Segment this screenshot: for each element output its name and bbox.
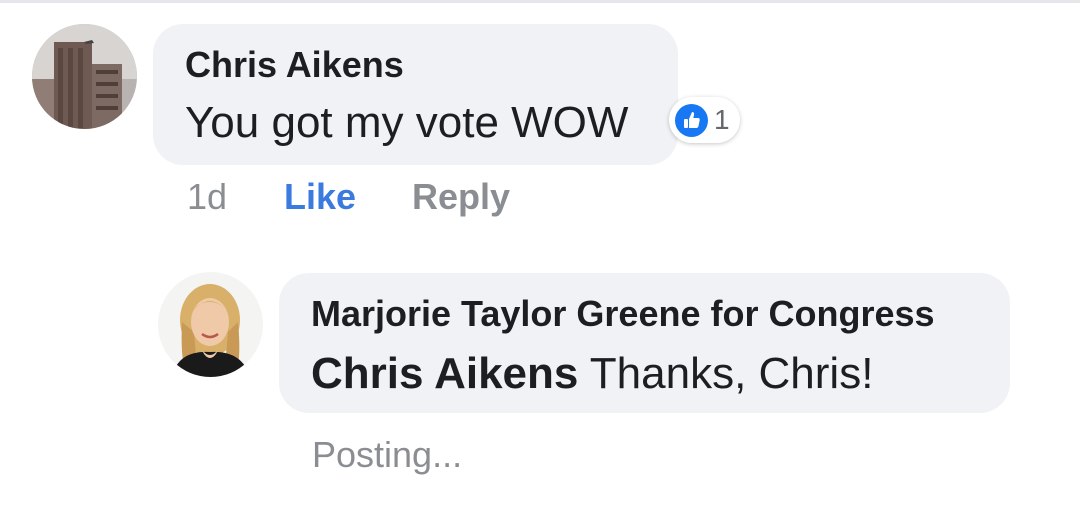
comment-bubble: Chris Aikens You got my vote WOW — [153, 24, 678, 165]
avatar-photo — [158, 272, 263, 377]
mention-tag[interactable]: Chris Aikens — [311, 349, 578, 398]
comment-timestamp[interactable]: 1d — [187, 176, 227, 218]
comment-author[interactable]: Chris Aikens — [185, 44, 404, 86]
reaction-summary[interactable]: 1 — [669, 97, 740, 143]
like-button[interactable]: Like — [284, 176, 356, 218]
reaction-count: 1 — [714, 104, 730, 135]
avatar-photo — [32, 24, 137, 129]
reply-button[interactable]: Reply — [412, 176, 510, 218]
top-divider — [0, 0, 1080, 3]
replier-avatar[interactable] — [158, 272, 263, 377]
posting-status: Posting... — [312, 434, 463, 475]
like-icon — [675, 103, 708, 137]
commenter-avatar[interactable] — [32, 24, 137, 129]
reply-author[interactable]: Marjorie Taylor Greene for Congress — [311, 293, 935, 335]
reply-message: Thanks, Chris! — [578, 349, 874, 398]
reply-bubble: Marjorie Taylor Greene for Congress Chri… — [279, 273, 1010, 413]
reply-text: Chris Aikens Thanks, Chris! — [311, 349, 873, 399]
comment-text: You got my vote WOW — [185, 98, 629, 147]
